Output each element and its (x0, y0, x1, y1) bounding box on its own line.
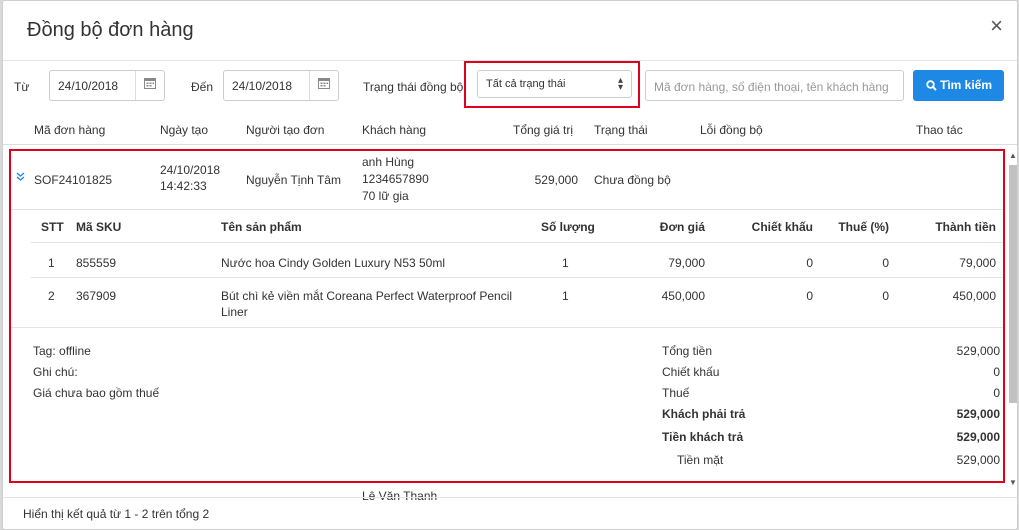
column-header: Tổng giá trị (513, 123, 574, 137)
search-button[interactable]: Tìm kiếm (913, 70, 1004, 101)
column-header: Thao tác (916, 123, 963, 137)
column-header: Người tạo đơn (246, 123, 325, 137)
next-row-customer: Lê Văn Thanh (362, 489, 438, 503)
sync-status-label: Trạng thái đồng bộ (363, 80, 464, 94)
calendar-icon[interactable] (144, 77, 156, 89)
status-highlight-box (464, 61, 640, 108)
sync-orders-dialog: Đồng bộ đơn hàng × Từ 24/10/2018 Đến 24/… (2, 0, 1018, 530)
scrollbar-thumb[interactable] (1009, 165, 1017, 403)
pagination-summary: Hiển thị kết quả từ 1 - 2 trên tổng 2 (23, 507, 210, 521)
scrollbar[interactable]: ▲ ▼ (1007, 151, 1017, 491)
close-icon[interactable]: × (990, 15, 1003, 37)
search-input[interactable]: Mã đơn hàng, số điện thoại, tên khách hà… (645, 70, 904, 101)
scroll-up-icon[interactable]: ▲ (1009, 151, 1017, 160)
scroll-down-icon[interactable]: ▼ (1009, 478, 1017, 487)
column-header: Trạng thái (594, 123, 648, 137)
search-icon (926, 80, 937, 91)
from-date-input[interactable]: 24/10/2018 (49, 70, 165, 101)
divider (135, 71, 136, 100)
to-date-input[interactable]: 24/10/2018 (223, 70, 339, 101)
order-highlight-box (9, 149, 1005, 483)
from-label: Từ (14, 80, 30, 94)
divider (3, 497, 1017, 498)
column-header: Mã đơn hàng (34, 123, 106, 137)
column-header: Lỗi đồng bộ (700, 123, 763, 137)
search-button-label: Tìm kiếm (940, 78, 993, 92)
divider (309, 71, 310, 100)
from-date-value: 24/10/2018 (58, 79, 119, 93)
to-label: Đến (191, 80, 214, 94)
column-header: Khách hàng (362, 123, 427, 137)
calendar-icon[interactable] (318, 77, 330, 89)
to-date-value: 24/10/2018 (232, 79, 293, 93)
search-placeholder: Mã đơn hàng, số điện thoại, tên khách hà… (654, 80, 889, 94)
column-header: Ngày tạo (160, 123, 209, 137)
dialog-header: Đồng bộ đơn hàng × (3, 1, 1017, 61)
divider (3, 144, 1017, 145)
dialog-title: Đồng bộ đơn hàng (27, 19, 194, 41)
